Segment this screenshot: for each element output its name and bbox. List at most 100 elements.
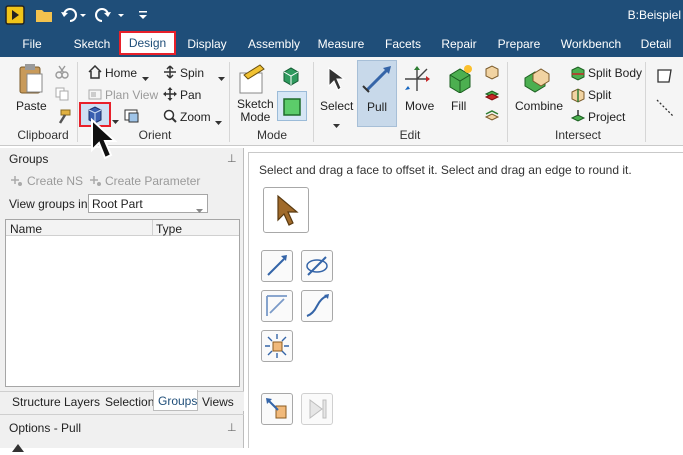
tool-revolve-button[interactable]	[301, 250, 333, 282]
undo-icon[interactable]	[60, 5, 88, 25]
tab-workbench[interactable]: Workbench	[560, 34, 622, 54]
group-label-intersect: Intersect	[554, 128, 602, 142]
option-item-icon[interactable]	[12, 441, 24, 455]
tool-select-button[interactable]	[263, 187, 309, 233]
sketch-shape-icon[interactable]	[655, 66, 675, 87]
tab-measure[interactable]: Measure	[317, 34, 365, 54]
view-groups-value: Root Part	[92, 197, 143, 211]
blend-icon[interactable]	[484, 64, 500, 83]
create-parameter-button: Create Parameter	[105, 174, 201, 188]
draft-icon	[266, 295, 287, 316]
tool-pivot-button[interactable]	[261, 330, 293, 362]
column-header-type[interactable]: Type	[156, 222, 182, 236]
panel-tab-groups[interactable]: Groups	[153, 390, 198, 411]
snap-view-icon[interactable]	[124, 107, 142, 126]
tab-repair[interactable]: Repair	[440, 34, 478, 54]
mouse-cursor-icon	[90, 117, 120, 165]
tab-design[interactable]: Design	[119, 31, 176, 55]
move-button[interactable]: Move	[405, 99, 434, 113]
paste-button[interactable]: Paste	[16, 99, 47, 113]
sketch-mode-button[interactable]: Sketch Mode	[237, 98, 274, 124]
open-folder-icon[interactable]	[34, 5, 54, 25]
chevron-down-icon	[196, 202, 203, 216]
zoom-button[interactable]: Zoom	[180, 110, 211, 124]
tweak-face-icon[interactable]	[484, 86, 500, 105]
pin-icon[interactable]: ⊥	[227, 152, 237, 165]
move-icon[interactable]	[402, 64, 432, 97]
split-icon[interactable]	[570, 87, 586, 106]
pan-icon[interactable]	[163, 87, 177, 104]
tool-draft-button[interactable]	[261, 290, 293, 322]
home-dropdown-icon[interactable]	[142, 70, 149, 84]
group-label-edit: Edit	[399, 128, 421, 142]
split-body-button[interactable]: Split Body	[588, 66, 642, 80]
pan-button[interactable]: Pan	[180, 88, 201, 102]
paste-icon[interactable]	[18, 63, 44, 98]
pull-label: Pull	[367, 100, 388, 114]
spin-icon[interactable]	[163, 65, 177, 82]
home-icon[interactable]	[88, 64, 102, 82]
select-button[interactable]: Select	[320, 99, 353, 113]
dashed-line-icon[interactable]	[655, 98, 675, 121]
project-button[interactable]: Project	[588, 110, 625, 124]
tab-prepare[interactable]: Prepare	[496, 34, 542, 54]
redo-icon[interactable]	[94, 5, 126, 25]
section-mode-icon[interactable]	[281, 66, 301, 89]
panel-tab-selection[interactable]: Selection	[105, 395, 154, 409]
panel-tab-structure[interactable]: Structure	[12, 395, 61, 409]
groups-table[interactable]: Name Type	[5, 219, 240, 387]
ribbon-separator	[229, 62, 230, 142]
revolve-icon	[306, 256, 328, 276]
select-icon[interactable]	[326, 66, 346, 95]
copy-icon[interactable]	[55, 87, 69, 104]
fill-button[interactable]: Fill	[451, 99, 466, 113]
app-logo-icon[interactable]	[4, 5, 26, 25]
3d-mode-button[interactable]	[277, 91, 307, 121]
tool-complete-button[interactable]	[261, 393, 293, 425]
tool-sweep-button[interactable]	[301, 290, 333, 322]
sweep-icon	[306, 294, 329, 317]
replace-icon[interactable]	[484, 108, 500, 127]
pull-arrow-icon	[267, 255, 287, 276]
ribbon-separator	[645, 62, 646, 142]
panel-tab-layers[interactable]: Layers	[64, 395, 100, 409]
tool-play-button	[301, 393, 333, 425]
split-button[interactable]: Split	[588, 88, 611, 102]
zoom-icon[interactable]	[163, 109, 177, 126]
tab-facets[interactable]: Facets	[383, 34, 423, 54]
group-label-mode: Mode	[256, 128, 288, 142]
sketch-mode-icon[interactable]	[238, 63, 268, 98]
fill-icon[interactable]	[444, 63, 476, 96]
spin-dropdown-icon[interactable]	[218, 70, 225, 84]
group-label-orient: Orient	[138, 128, 172, 142]
tool-pull-direction-button[interactable]	[261, 250, 293, 282]
3d-mode-icon	[283, 98, 301, 116]
tab-file[interactable]: File	[18, 34, 46, 54]
ribbon-separator	[313, 62, 314, 142]
select-dropdown-icon[interactable]	[333, 117, 340, 131]
spin-button[interactable]: Spin	[180, 66, 204, 80]
split-body-icon[interactable]	[570, 65, 586, 84]
create-ns-icon	[9, 173, 23, 190]
tab-display[interactable]: Display	[185, 34, 229, 54]
pivot-icon	[265, 334, 289, 358]
combine-button[interactable]: Combine	[515, 99, 563, 113]
window-title: B:Beispiel	[627, 8, 681, 22]
options-pin-icon[interactable]: ⊥	[227, 421, 237, 434]
customize-toolbar-icon[interactable]	[136, 5, 150, 25]
project-icon[interactable]	[570, 109, 586, 128]
pull-icon	[362, 66, 391, 93]
panel-tab-views[interactable]: Views	[202, 395, 234, 409]
combine-icon[interactable]	[521, 64, 553, 97]
cut-icon[interactable]	[55, 65, 69, 82]
tab-sketch[interactable]: Sketch	[71, 34, 113, 54]
zoom-dropdown-icon[interactable]	[215, 114, 222, 128]
pull-button[interactable]: Pull	[357, 60, 397, 127]
format-painter-icon[interactable]	[55, 109, 71, 128]
tab-assembly[interactable]: Assembly	[245, 34, 303, 54]
home-button[interactable]: Home	[105, 66, 137, 80]
tab-detail[interactable]: Detail	[639, 34, 673, 54]
view-groups-select[interactable]: Root Part	[88, 194, 208, 213]
column-header-name[interactable]: Name	[10, 222, 42, 236]
create-parameter-icon	[88, 173, 102, 190]
